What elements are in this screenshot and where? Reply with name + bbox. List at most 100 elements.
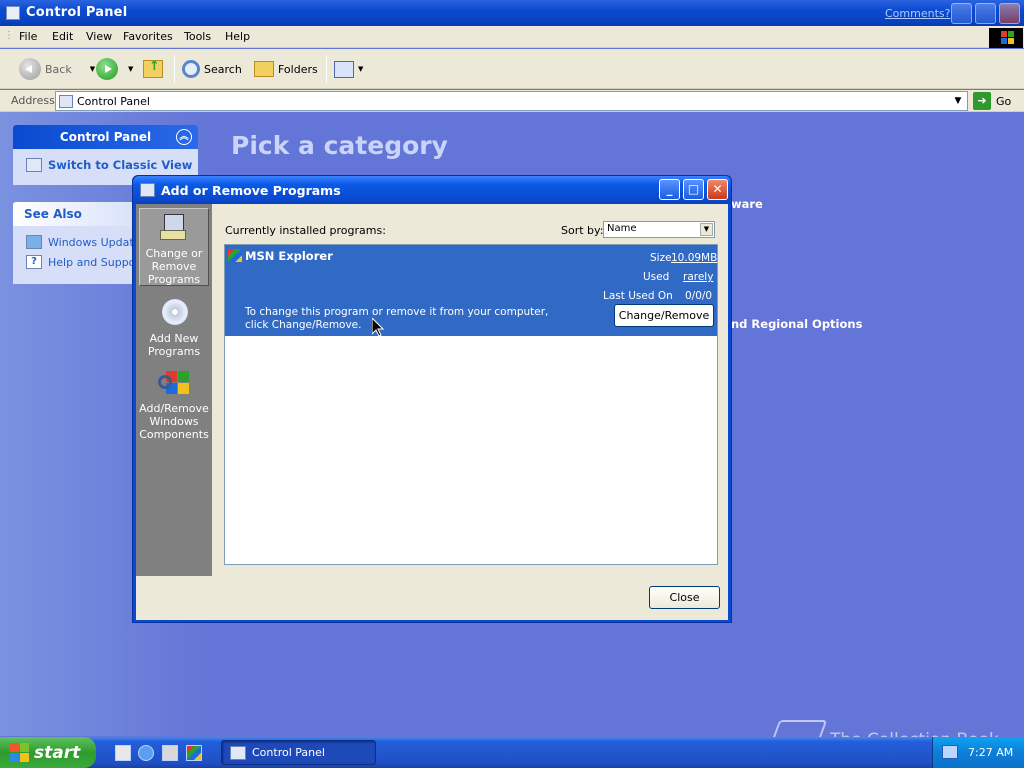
go-arrow-icon: ➜ — [973, 92, 991, 110]
dialog-minimize-button[interactable]: _ — [659, 179, 680, 200]
comments-link[interactable]: Comments? — [885, 7, 950, 20]
toolbar-separator — [174, 55, 175, 83]
chevron-down-icon[interactable]: ▼ — [950, 93, 966, 109]
toolbar-separator — [326, 55, 327, 83]
add-remove-programs-dialog: Add or Remove Programs _ □ ✕ Change or R… — [132, 175, 732, 623]
page-title: Pick a category — [231, 131, 448, 160]
program-row[interactable]: MSN Explorer Size 10.09MB Used rarely La… — [225, 245, 717, 336]
restore-button[interactable] — [975, 3, 996, 24]
folders-icon — [254, 61, 274, 77]
msn-explorer-icon[interactable] — [186, 745, 202, 761]
window-titlebar[interactable]: Control Panel Comments? — [0, 0, 1024, 26]
address-value: Control Panel — [77, 95, 150, 108]
used-value[interactable]: rarely — [683, 271, 713, 283]
windows-media-player-icon[interactable] — [162, 745, 178, 761]
go-label: Go — [996, 94, 1012, 108]
folders-button[interactable]: Folders — [254, 58, 318, 80]
control-panel-icon — [230, 745, 246, 760]
minimize-button[interactable] — [951, 3, 972, 24]
windows-update-link[interactable]: Windows Update — [26, 235, 140, 249]
forward-dropdown-icon[interactable]: ▼ — [128, 65, 133, 73]
see-also-title: See Also — [24, 207, 82, 221]
menu-help[interactable]: Help — [225, 30, 250, 43]
add-new-programs-button[interactable]: Add New Programs — [139, 294, 209, 360]
dialog-close-text-button[interactable]: Close — [649, 586, 720, 609]
task-box-title: Control Panel — [59, 130, 152, 144]
taskbar-item-control-panel[interactable]: Control Panel — [221, 740, 376, 765]
add-new-programs-icon — [158, 297, 190, 329]
start-button[interactable]: start — [0, 737, 96, 768]
taskbar: start Control Panel 7:27 AM — [0, 737, 1024, 768]
program-list[interactable]: MSN Explorer Size 10.09MB Used rarely La… — [224, 244, 718, 565]
size-value[interactable]: 10.09MB — [671, 252, 717, 264]
views-icon — [334, 60, 354, 78]
help-and-support-label: Help and Support — [48, 255, 145, 269]
forward-button[interactable]: ▼ — [96, 58, 133, 80]
size-label: Size — [650, 252, 672, 264]
dialog-title: Add or Remove Programs — [161, 183, 341, 198]
forward-arrow-icon — [96, 58, 118, 80]
views-button[interactable]: ▼ — [334, 58, 363, 80]
dialog-main-area: Currently installed programs: Sort by: N… — [212, 204, 728, 576]
msn-butterfly-icon — [228, 249, 242, 262]
control-panel-icon — [26, 158, 42, 172]
internet-explorer-icon[interactable] — [138, 745, 154, 761]
program-name: MSN Explorer — [245, 249, 333, 263]
dialog-titlebar[interactable]: Add or Remove Programs _ □ ✕ — [133, 176, 731, 204]
back-arrow-icon — [19, 58, 41, 80]
dialog-close-button[interactable]: ✕ — [707, 179, 728, 200]
collapse-icon[interactable]: ︽ — [176, 129, 192, 145]
dialog-maximize-button[interactable]: □ — [683, 179, 704, 200]
program-description: To change this program or remove it from… — [245, 306, 549, 331]
toolbar-grip[interactable]: ⋮ — [4, 30, 14, 41]
control-panel-icon — [6, 6, 20, 20]
mouse-cursor-icon — [372, 318, 384, 337]
show-desktop-icon[interactable] — [115, 745, 131, 761]
search-button[interactable]: Search — [182, 58, 242, 80]
clock[interactable]: 7:27 AM — [968, 746, 1013, 759]
currently-installed-label: Currently installed programs: — [225, 224, 386, 237]
change-remove-programs-label: Change or Remove Programs — [145, 247, 203, 286]
switch-classic-view-label: Switch to Classic View — [48, 158, 193, 172]
go-button[interactable]: ➜ Go — [973, 91, 1011, 111]
back-button[interactable]: Back ▼ — [19, 58, 95, 80]
help-icon: ? — [26, 255, 42, 269]
switch-classic-view-link[interactable]: Switch to Classic View — [26, 158, 192, 172]
back-label: Back — [45, 62, 72, 76]
category-link-partial[interactable]: nd Regional Options — [731, 317, 862, 331]
menu-view[interactable]: View — [86, 30, 112, 43]
back-dropdown-icon[interactable]: ▼ — [90, 65, 95, 73]
sort-by-select[interactable]: Name ▼ — [603, 221, 715, 238]
menu-tools[interactable]: Tools — [184, 30, 211, 43]
add-remove-windows-components-button[interactable]: Add/Remove Windows Components — [139, 364, 209, 444]
category-link-partial[interactable]: ware — [731, 197, 763, 211]
add-remove-programs-icon — [140, 183, 155, 197]
address-field[interactable]: Control Panel ▼ — [55, 91, 968, 111]
up-folder-button[interactable]: ↑ — [143, 58, 163, 80]
dialog-body: Change or Remove Programs Add New Progra… — [136, 204, 728, 620]
task-box-header[interactable]: Control Panel ︽ — [13, 125, 198, 149]
network-icon[interactable] — [942, 745, 958, 759]
windows-logo-icon — [989, 28, 1023, 48]
add-remove-windows-components-label: Add/Remove Windows Components — [139, 402, 209, 441]
used-label: Used — [643, 271, 670, 283]
change-remove-programs-button[interactable]: Change or Remove Programs — [139, 208, 209, 286]
menu-file[interactable]: File — [19, 30, 37, 43]
sort-by-value: Name — [607, 223, 637, 234]
change-remove-programs-icon — [158, 212, 190, 244]
menu-favorites[interactable]: Favorites — [123, 30, 173, 43]
menu-edit[interactable]: Edit — [52, 30, 73, 43]
change-remove-button[interactable]: Change/Remove — [614, 304, 714, 327]
address-label: Address — [11, 94, 55, 107]
last-used-label: Last Used On — [603, 290, 673, 302]
system-tray: 7:27 AM — [932, 737, 1024, 768]
control-panel-icon — [59, 95, 73, 108]
chevron-down-icon[interactable]: ▼ — [700, 223, 713, 236]
close-button[interactable] — [999, 3, 1020, 24]
toolbar: Back ▼ ▼ ↑ Search Folders ▼ — [0, 49, 1024, 89]
last-used-value: 0/0/0 — [685, 290, 713, 302]
windows-update-label: Windows Update — [48, 235, 141, 249]
dialog-side-bar: Change or Remove Programs Add New Progra… — [136, 204, 212, 576]
help-and-support-link[interactable]: ? Help and Support — [26, 255, 144, 269]
views-dropdown-icon: ▼ — [358, 65, 364, 73]
